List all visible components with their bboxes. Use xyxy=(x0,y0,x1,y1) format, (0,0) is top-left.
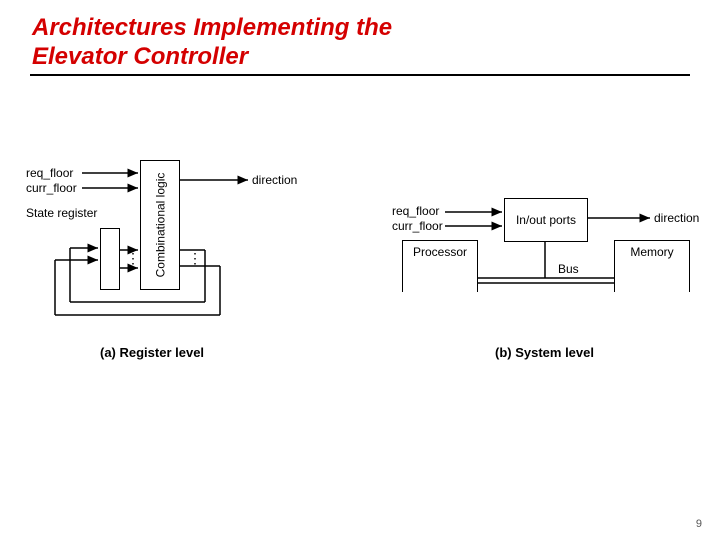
page-number: 9 xyxy=(696,518,702,530)
b-ioports-box: In/out ports xyxy=(504,198,588,242)
a-input-curr-label: curr_floor xyxy=(26,181,77,195)
slide-title: Architectures Implementing the Elevator … xyxy=(32,14,392,72)
title-line-2: Elevator Controller xyxy=(32,43,248,70)
b-output-direction-label: direction xyxy=(654,211,699,225)
b-caption: (b) System level xyxy=(495,345,594,360)
a-input-req-label: req_floor xyxy=(26,166,73,180)
a-caption: (a) Register level xyxy=(100,345,204,360)
title-line-1: Architectures Implementing the xyxy=(32,14,392,41)
b-memory-box: Memory xyxy=(614,240,690,292)
b-bus-label: Bus xyxy=(558,262,579,276)
b-memory-label: Memory xyxy=(630,245,673,259)
a-combinational-logic-box: Combinational logic xyxy=(140,160,180,290)
a-ellipsis-right: ⋮ xyxy=(188,250,204,267)
a-state-register-box xyxy=(100,228,120,290)
diagram-area: req_floor curr_floor direction State reg… xyxy=(0,150,720,410)
b-input-req-label: req_floor xyxy=(392,204,439,218)
b-ioports-label: In/out ports xyxy=(516,213,576,227)
b-processor-label: Processor xyxy=(413,245,467,259)
b-processor-box: Processor xyxy=(402,240,478,292)
title-underline xyxy=(30,74,690,76)
b-input-curr-label: curr_floor xyxy=(392,219,443,233)
a-state-register-label: State register xyxy=(26,206,97,220)
a-output-direction-label: direction xyxy=(252,173,297,187)
a-combinational-logic-label: Combinational logic xyxy=(153,173,167,278)
a-ellipsis-left: ⋮ xyxy=(126,250,142,267)
